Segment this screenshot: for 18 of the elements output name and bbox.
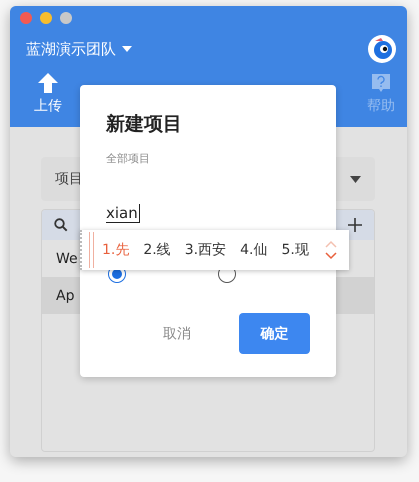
input-field[interactable]: xian bbox=[106, 204, 140, 223]
candidate[interactable]: 4.仙 bbox=[240, 241, 268, 259]
team-selector[interactable]: 蓝湖演示团队 bbox=[26, 40, 132, 58]
dialog-title: 新建项目 bbox=[106, 112, 183, 137]
caret-icon bbox=[122, 46, 132, 52]
search-icon[interactable] bbox=[54, 218, 68, 232]
dialog-subtitle: 全部项目 bbox=[106, 151, 151, 166]
candidate[interactable]: 2.线 bbox=[143, 241, 171, 259]
avatar-icon[interactable] bbox=[367, 34, 397, 64]
cancel-button[interactable]: 取消 bbox=[157, 324, 197, 344]
candidate[interactable]: 3.西安 bbox=[184, 241, 226, 259]
add-icon[interactable] bbox=[348, 218, 362, 232]
candidate[interactable]: 5.现 bbox=[281, 241, 309, 259]
upload-icon bbox=[37, 72, 59, 94]
confirm-button[interactable]: 确定 bbox=[239, 313, 310, 354]
help-icon bbox=[370, 72, 392, 94]
toolbar-button[interactable]: 上传 bbox=[34, 72, 62, 115]
caret-icon bbox=[350, 176, 361, 182]
